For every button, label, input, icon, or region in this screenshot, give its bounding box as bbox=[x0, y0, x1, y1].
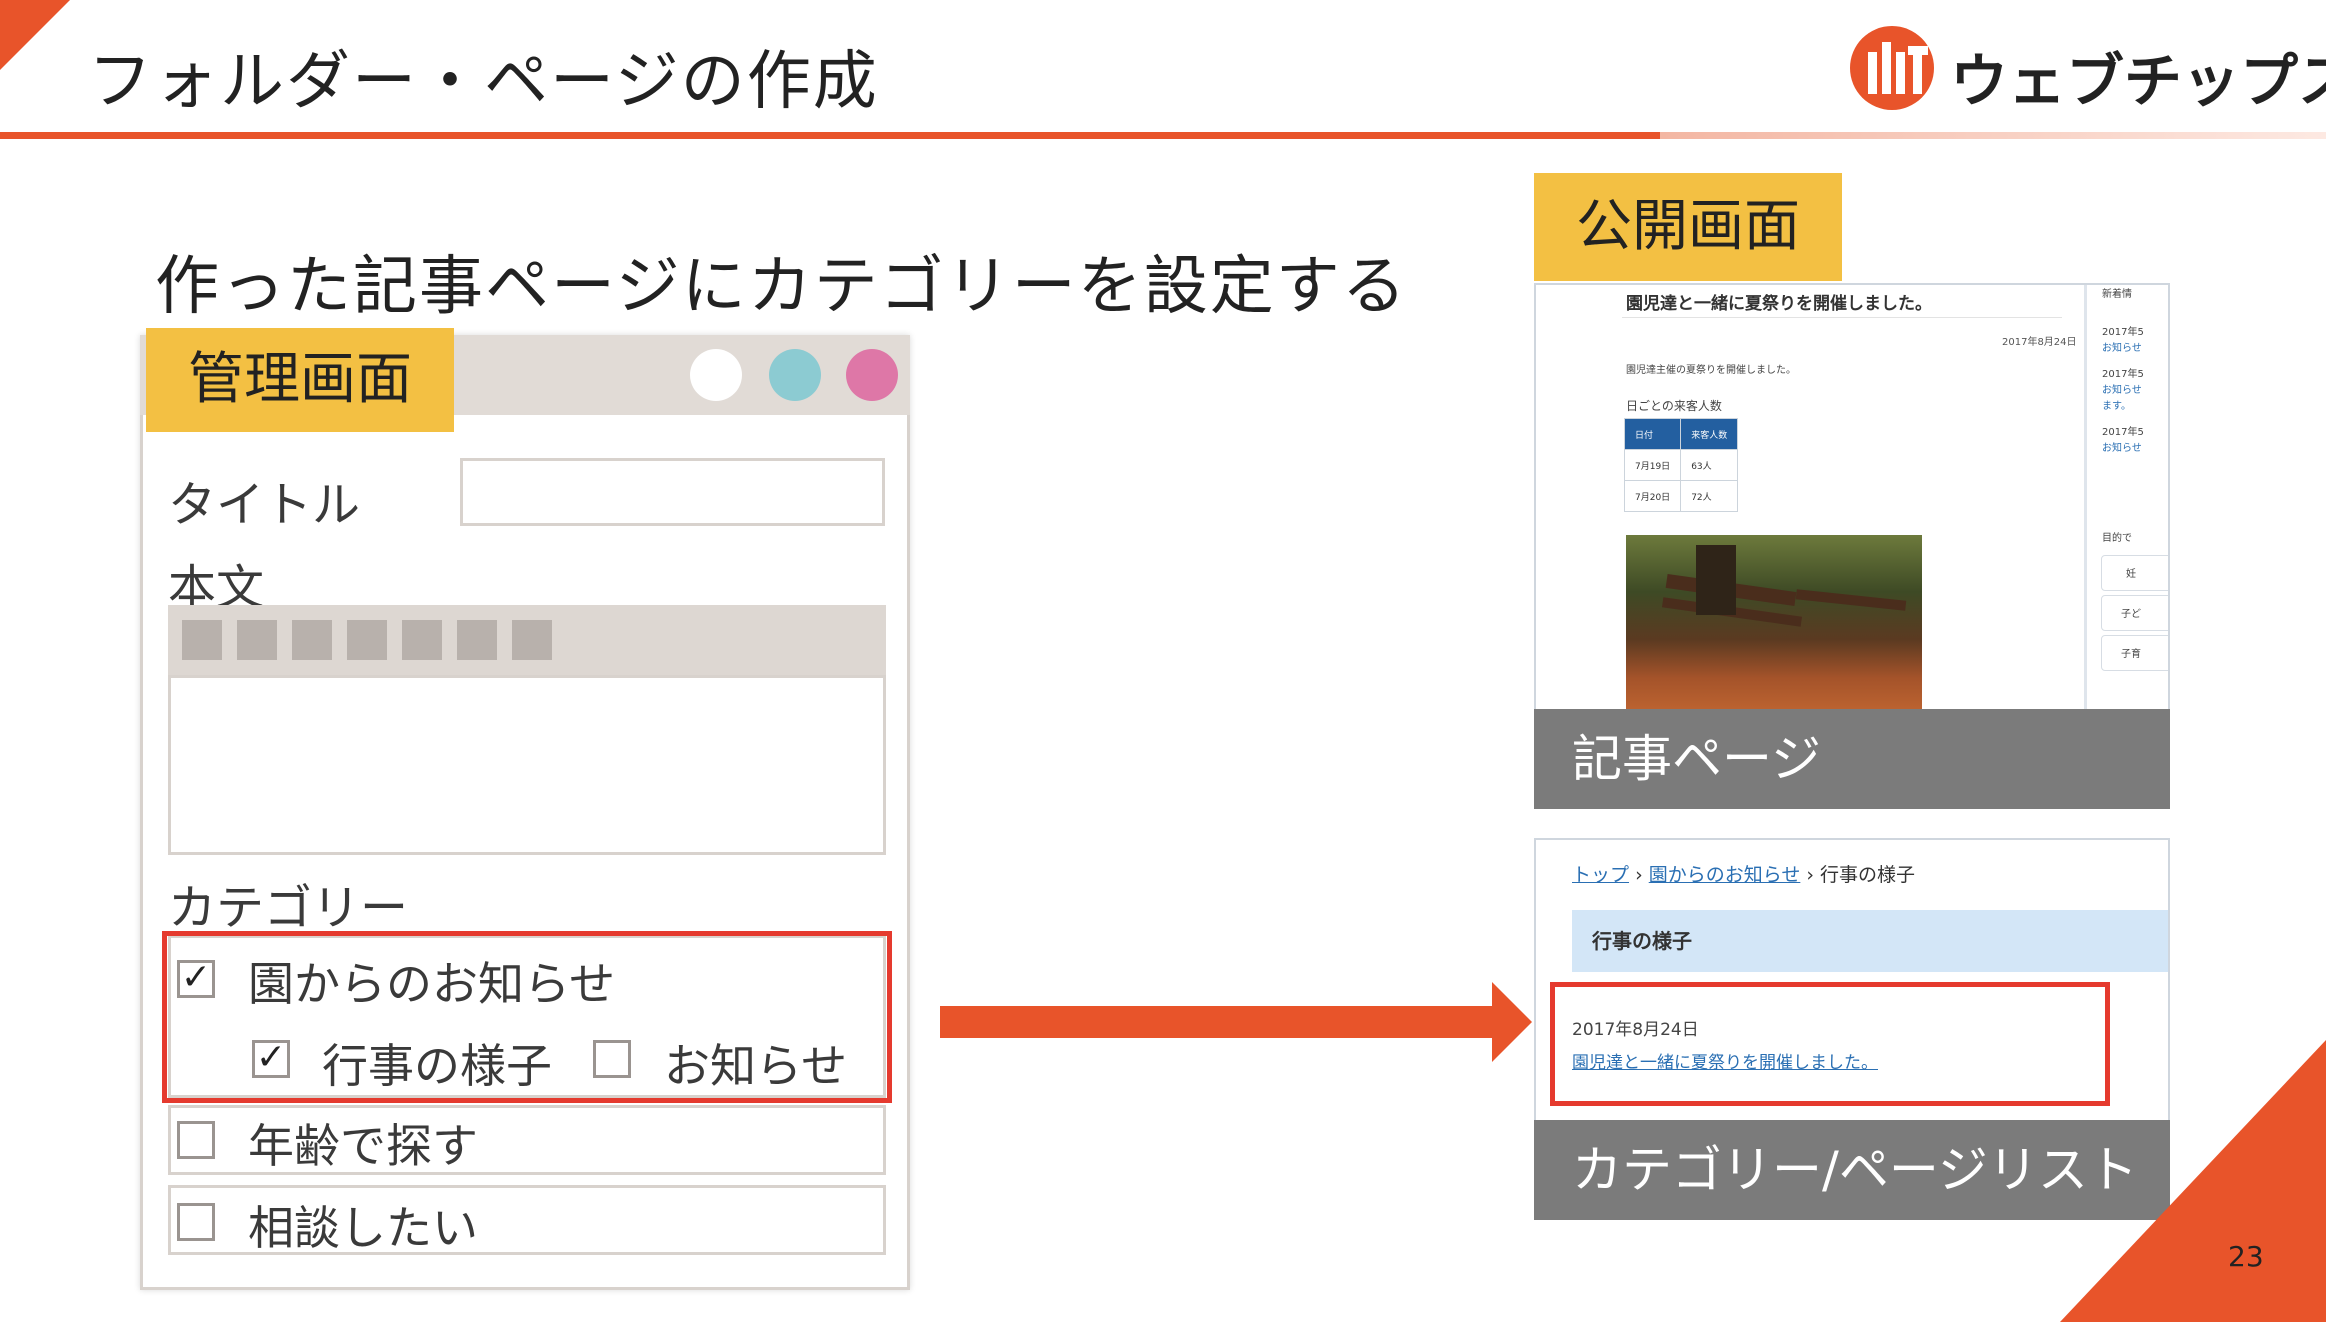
checkbox-category-news[interactable]: ✓ bbox=[177, 960, 215, 998]
category-title-banner: 行事の様子 bbox=[1572, 910, 2168, 972]
slide-subtitle: 作った記事ページにカテゴリーを設定する bbox=[155, 250, 1408, 324]
checkbox-category-age[interactable] bbox=[177, 1121, 215, 1159]
table-cell: 72人 bbox=[1680, 480, 1739, 512]
window-button-white[interactable] bbox=[690, 349, 742, 401]
article-date: 2017年8月24日 bbox=[2002, 337, 2077, 348]
checkbox-category-notice[interactable] bbox=[593, 1040, 631, 1078]
public-screen-label: 公開画面 bbox=[1534, 173, 1842, 281]
breadcrumb: トップ › 園からのお知らせ › 行事の様子 bbox=[1572, 860, 1915, 887]
sidebar-date: 2017年5 bbox=[2102, 327, 2144, 338]
arrow-head-icon bbox=[1492, 982, 1532, 1062]
sidebar-button-label: 子ど bbox=[2121, 609, 2141, 620]
sidebar-link[interactable]: お知らせ bbox=[2102, 339, 2142, 354]
article-divider bbox=[1622, 317, 2062, 318]
table-header-cell: 来客人数 bbox=[1680, 418, 1739, 450]
category-label-news: 園からのお知らせ bbox=[248, 957, 616, 1011]
webchips-logo-icon bbox=[1850, 26, 1934, 110]
category-label-notice: お知らせ bbox=[664, 1039, 848, 1093]
header-divider bbox=[0, 132, 1660, 139]
article-page-preview: 園児達と一緒に夏祭りを開催しました。 2017年8月24日 園児達主催の夏祭りを… bbox=[1534, 283, 2170, 723]
table-row: 7月19日 63人 bbox=[1623, 449, 1739, 481]
sidebar-button-label: 子育 bbox=[2121, 649, 2141, 660]
breadcrumb-separator: › bbox=[1635, 864, 1643, 886]
checkbox-category-events[interactable]: ✓ bbox=[252, 1040, 290, 1078]
article-title: 園児達と一緒に夏祭りを開催しました。 bbox=[1626, 294, 1932, 314]
editor-tool-button[interactable] bbox=[402, 620, 442, 660]
title-input[interactable] bbox=[460, 458, 885, 526]
sidebar-divider bbox=[2084, 285, 2087, 721]
logo-text: ウェブチップス bbox=[1950, 47, 2326, 115]
arrow-right-icon bbox=[940, 1006, 1495, 1038]
table-header-cell: 日付 bbox=[1623, 418, 1682, 450]
breadcrumb-current: 行事の様子 bbox=[1820, 864, 1916, 886]
table-row: 7月20日 72人 bbox=[1623, 480, 1739, 512]
window-button-pink[interactable] bbox=[846, 349, 898, 401]
park-bench-photo bbox=[1626, 535, 1922, 721]
category-label-consult: 相談したい bbox=[248, 1201, 478, 1255]
article-description: 園児達主催の夏祭りを開催しました。 bbox=[1626, 365, 1796, 376]
visitor-table: 日付 来客人数 7月19日 63人 7月20日 72人 bbox=[1623, 418, 1739, 512]
table-cell: 7月19日 bbox=[1623, 449, 1682, 481]
title-field-label: タイトル bbox=[168, 477, 361, 533]
category-label-age: 年齢で探す bbox=[248, 1119, 478, 1173]
list-highlight-frame bbox=[1550, 982, 2110, 1106]
slide-title: フォルダー・ページの作成 bbox=[88, 45, 879, 119]
table-cell: 63人 bbox=[1680, 449, 1739, 481]
breadcrumb-link-news[interactable]: 園からのお知らせ bbox=[1649, 864, 1801, 886]
sidebar-heading: 新着情 bbox=[2102, 289, 2132, 300]
sidebar-link[interactable]: お知らせ bbox=[2102, 381, 2142, 396]
editor-tool-button[interactable] bbox=[292, 620, 332, 660]
sidebar-link[interactable]: お知らせ bbox=[2102, 439, 2142, 454]
body-editor-area[interactable] bbox=[168, 675, 886, 855]
admin-screen-label: 管理画面 bbox=[146, 328, 454, 432]
sidebar-date: 2017年5 bbox=[2102, 369, 2144, 380]
editor-tool-button[interactable] bbox=[347, 620, 387, 660]
window-button-teal[interactable] bbox=[769, 349, 821, 401]
sidebar-section-heading: 目的で bbox=[2102, 533, 2132, 544]
table-cell: 7月20日 bbox=[1623, 480, 1682, 512]
visitor-table-heading: 日ごとの来客人数 bbox=[1626, 399, 1722, 413]
header-divider-fade bbox=[1660, 132, 2326, 139]
editor-tool-button[interactable] bbox=[237, 620, 277, 660]
breadcrumb-link-top[interactable]: トップ bbox=[1572, 864, 1629, 886]
page-number: 23 bbox=[2228, 1240, 2264, 1273]
category-label-events: 行事の様子 bbox=[322, 1039, 552, 1093]
category-field-label: カテゴリー bbox=[168, 880, 409, 936]
corner-accent-bottom bbox=[2060, 1040, 2326, 1322]
checkbox-category-consult[interactable] bbox=[177, 1203, 215, 1241]
table-row: 日付 来客人数 bbox=[1623, 418, 1739, 450]
corner-accent bbox=[0, 0, 70, 70]
sidebar-link[interactable]: ます。 bbox=[2102, 397, 2131, 412]
editor-tool-button[interactable] bbox=[182, 620, 222, 660]
sidebar-button-label: 妊 bbox=[2126, 569, 2136, 580]
editor-tool-button[interactable] bbox=[457, 620, 497, 660]
article-page-caption: 記事ページ bbox=[1534, 709, 2170, 809]
editor-tool-button[interactable] bbox=[512, 620, 552, 660]
sidebar-date: 2017年5 bbox=[2102, 427, 2144, 438]
breadcrumb-separator: › bbox=[1806, 864, 1814, 886]
